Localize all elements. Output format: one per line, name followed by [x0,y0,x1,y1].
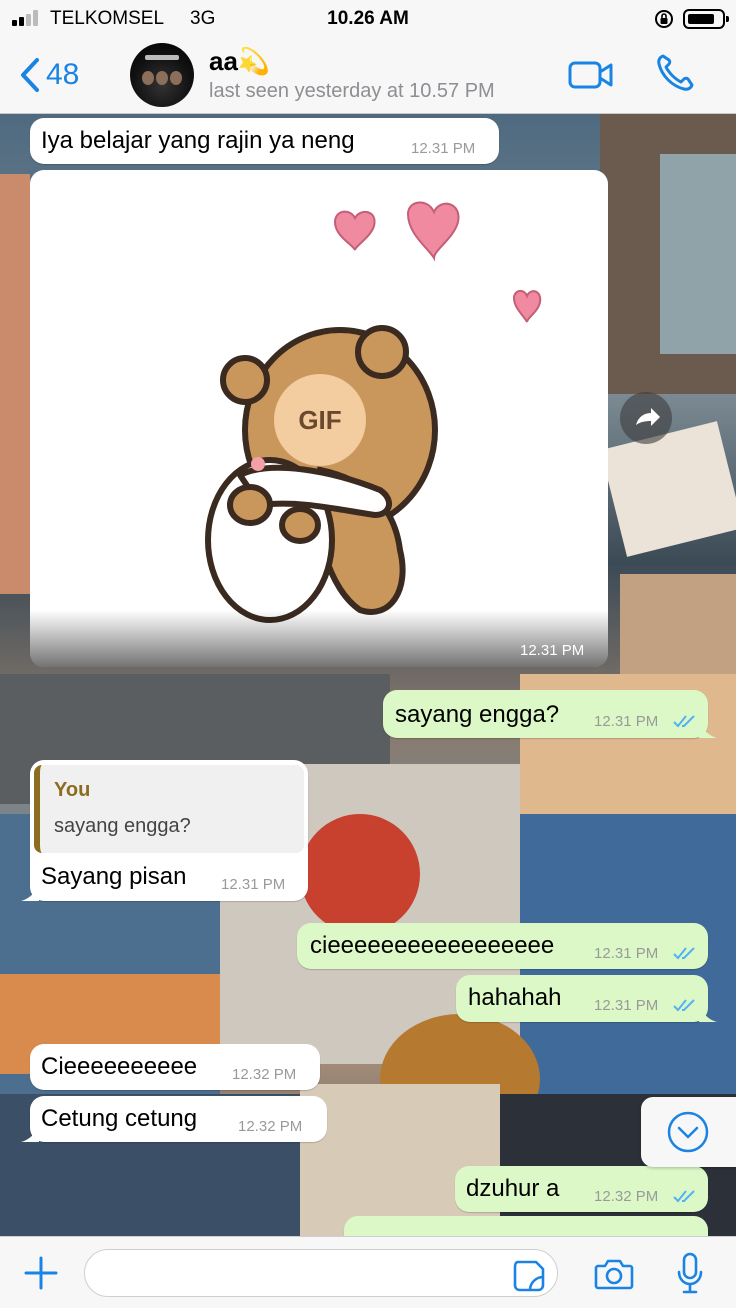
status-bar: TELKOMSEL 3G 10.26 AM [0,0,736,38]
message-time: 12.31 PM [594,713,659,730]
message-bubble[interactable]: sayang engga? 12.31 PM [383,690,717,738]
sticker-icon[interactable] [512,1259,546,1293]
forward-icon [636,408,660,426]
chevron-down-circle-icon [667,1111,709,1153]
read-ticks-icon [673,947,695,960]
read-ticks-icon [673,999,695,1012]
contact-name[interactable]: aa💫 [209,46,270,77]
orientation-lock-icon [655,10,673,28]
message-text: Cieeeeeeeeee [41,1053,198,1080]
microphone-icon[interactable] [676,1252,704,1294]
phone-call-icon[interactable] [654,52,696,94]
back-button[interactable]: 48 [20,53,79,97]
scroll-to-bottom-button[interactable] [641,1097,736,1167]
quoted-reply[interactable]: You sayang engga? [34,765,304,853]
message-text: dzuhur a [466,1175,560,1202]
message-bubble[interactable]: hahahah 12.31 PM [456,975,717,1022]
message-text: Sayang pisan [41,863,187,890]
chat-header: 48 aa💫 last seen yesterday at 10.57 PM [0,38,736,114]
message-time: 12.31 PM [594,945,659,962]
last-seen-status: last seen yesterday at 10.57 PM [209,80,495,102]
message-time: 12.32 PM [232,1066,297,1083]
message-time: 12.32 PM [594,1188,659,1205]
quote-author: You [54,779,91,801]
message-input[interactable] [84,1249,558,1297]
avatar[interactable] [130,43,194,107]
video-call-icon[interactable] [568,60,614,90]
message-bubble[interactable]: cieeeeeeeeeeeeeeeee 12.31 PM [297,923,708,969]
chevron-left-icon [21,58,39,92]
message-text: Cetung cetung [41,1105,198,1132]
message-bubble[interactable]: Iya belajar yang rajin ya neng 12.31 PM [30,118,499,164]
message-bubble[interactable]: Cetung cetung 12.32 PM [21,1096,327,1142]
read-ticks-icon [673,715,695,728]
forward-button[interactable] [620,392,672,444]
message-text: hahahah [468,984,562,1011]
battery-icon [683,9,729,29]
camera-icon[interactable] [594,1257,634,1291]
gif-play-badge[interactable]: GIF [274,374,366,466]
unread-count: 48 [46,58,80,91]
plus-icon[interactable] [22,1254,60,1292]
composer-bar [0,1236,736,1308]
message-time: 12.31 PM [411,140,476,157]
message-text: sayang engga? [395,701,560,728]
message-bubble[interactable]: Cieeeeeeeeee 12.32 PM [30,1044,320,1090]
message-time: 12.31 PM [594,997,659,1014]
message-bubble[interactable]: dzuhur a 12.32 PM [455,1166,708,1212]
quote-text: sayang engga? [54,815,191,837]
read-ticks-icon [673,1190,695,1203]
message-text: cieeeeeeeeeeeeeeeee [310,932,555,959]
message-time: 12.31 PM [221,876,286,893]
clock: 10.26 AM [327,8,409,29]
message-time: 12.32 PM [238,1118,303,1135]
message-text: Iya belajar yang rajin ya neng [41,127,355,154]
message-time: 12.31 PM [520,642,585,659]
